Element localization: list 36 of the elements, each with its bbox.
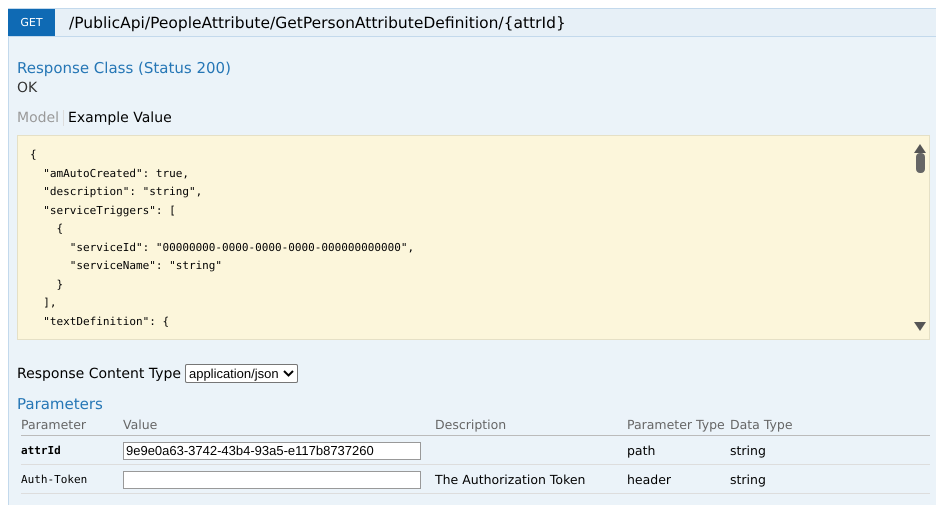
column-header: Parameter Type: [627, 416, 726, 432]
section-title: Parameters: [17, 395, 104, 413]
code-line: }: [55, 276, 64, 292]
column-header: Data Type: [730, 416, 794, 432]
scrollbar-thumb[interactable]: [916, 152, 924, 172]
column-header: Parameter: [21, 416, 88, 432]
code-line: "serviceId": "00000000-0000-0000-0000-000000000000",: [68, 240, 416, 256]
code-line: ],: [42, 295, 58, 311]
scroll-up-icon[interactable]: [914, 144, 926, 153]
column-header: Description: [435, 416, 508, 432]
code-line: "serviceTriggers": [: [42, 202, 177, 218]
tab[interactable]: Example Value: [63, 110, 176, 126]
parameter-name: Auth-Token: [21, 472, 88, 486]
status-text: OK: [17, 80, 38, 96]
chevron-down-icon: [282, 370, 294, 377]
method-badge[interactable]: GET: [8, 8, 55, 36]
section-title: Response Class (Status 200): [17, 59, 232, 77]
scroll-down-icon[interactable]: [914, 322, 926, 331]
table-cell-text: header: [627, 472, 672, 486]
value-field[interactable]: 9e9e0a63-3742-43b4-93a5-e117b8737260: [123, 442, 421, 460]
code-line: {: [55, 221, 64, 237]
table-cell-text: string: [730, 442, 767, 458]
code-line: {: [30, 147, 38, 163]
table-cell-text: path: [627, 442, 656, 458]
code-line: "description": "string",: [42, 184, 204, 200]
endpoint-path[interactable]: /PublicApi/PeopleAttribute/GetPersonAttributeDefinition/{attrId}: [69, 14, 566, 32]
content-type-select[interactable]: application/json: [184, 364, 298, 383]
value-field[interactable]: [123, 470, 421, 489]
table-cell-text: The Authorization Token: [435, 472, 586, 486]
code-line: "textDefinition": {: [42, 314, 170, 330]
parameter-name: attrId: [21, 444, 62, 456]
code-line: "serviceName": "string": [68, 258, 224, 274]
table-cell-text: string: [730, 472, 767, 486]
content-type-label: Response Content Type: [17, 366, 181, 382]
code-line: "amAutoCreated": true,: [42, 166, 190, 182]
column-header: Value: [123, 416, 158, 432]
